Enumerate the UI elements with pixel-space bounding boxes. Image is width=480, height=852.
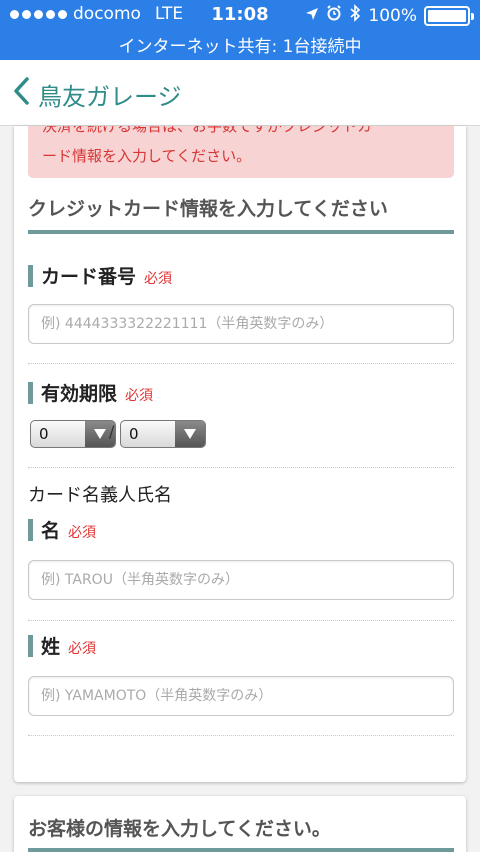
alert-text-line-1: 決済を続ける場合は、お手数ですがクレジットカ — [42, 126, 373, 135]
label-marker — [28, 381, 33, 404]
card-number-input[interactable] — [28, 304, 454, 344]
card-number-label: カード番号 必須 — [28, 262, 172, 289]
status-right: 100% — [305, 4, 474, 27]
status-bar: docomo LTE 11:08 100% インターネット共有: 1台接続中 — [0, 0, 480, 60]
field-divider — [28, 467, 454, 468]
back-button[interactable]: 鳥友ガレージ — [12, 76, 182, 112]
section-divider — [28, 230, 454, 234]
label-marker — [28, 518, 33, 541]
battery-level — [428, 9, 466, 22]
chevron-left-icon — [12, 76, 30, 112]
error-alert: 決済を続ける場合は、お手数ですがクレジットカ ード情報を入力してください。 — [28, 126, 454, 178]
hotspot-banner[interactable]: インターネット共有: 1台接続中 — [0, 32, 480, 57]
required-badge: 必須 — [68, 525, 97, 541]
customer-info-form: お客様の情報を入力してください。 — [14, 796, 466, 852]
expiry-year-value: 0 — [129, 425, 139, 443]
expiry-label-text: 有効期限 — [41, 383, 118, 405]
credit-section-title: クレジットカード情報を入力してください — [28, 198, 388, 220]
first-name-input[interactable] — [28, 560, 454, 600]
expiry-year-select[interactable]: 0 — [120, 420, 206, 448]
field-divider — [28, 363, 454, 364]
last-name-input[interactable] — [28, 676, 454, 716]
required-badge: 必須 — [68, 641, 97, 657]
expiry-month-value: 0 — [39, 425, 49, 443]
location-arrow-icon — [305, 6, 319, 26]
nav-bar: 鳥友ガレージ — [0, 60, 480, 126]
section-divider — [28, 848, 454, 852]
required-badge: 必須 — [144, 271, 173, 287]
credit-card-form: 決済を続ける場合は、お手数ですがクレジットカ ード情報を入力してください。 クレ… — [14, 126, 466, 782]
battery-icon — [424, 5, 474, 26]
label-marker — [28, 634, 33, 657]
customer-section-title: お客様の情報を入力してください。 — [28, 818, 331, 840]
nav-title: 鳥友ガレージ — [38, 82, 182, 111]
triangle-down-icon — [175, 421, 205, 447]
first-name-label-text: 名 — [41, 520, 61, 542]
card-number-label-text: カード番号 — [41, 266, 137, 288]
last-name-label-text: 姓 — [41, 636, 61, 658]
field-divider — [28, 620, 454, 621]
expiry-separator: / — [109, 422, 115, 441]
status-row: docomo LTE 11:08 100% — [0, 4, 480, 28]
first-name-label: 名 必須 — [28, 516, 96, 543]
label-marker — [28, 264, 33, 287]
bluetooth-icon — [349, 4, 361, 27]
cardholder-name-heading: カード名義人氏名 — [28, 485, 172, 506]
last-name-label: 姓 必須 — [28, 632, 96, 659]
expiry-label: 有効期限 必須 — [28, 379, 153, 406]
alert-text-line-2: ード情報を入力してください。 — [42, 147, 252, 165]
expiry-month-select[interactable]: 0 — [30, 420, 116, 448]
alarm-clock-icon — [326, 5, 342, 26]
required-badge: 必須 — [125, 388, 154, 404]
field-divider — [28, 735, 454, 736]
battery-percent: 100% — [368, 5, 417, 26]
